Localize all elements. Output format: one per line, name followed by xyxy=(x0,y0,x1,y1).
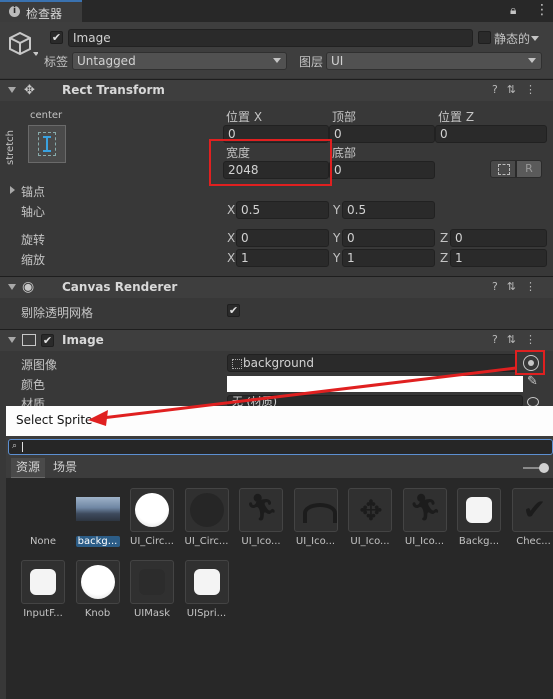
annotation-arrow xyxy=(88,366,517,426)
